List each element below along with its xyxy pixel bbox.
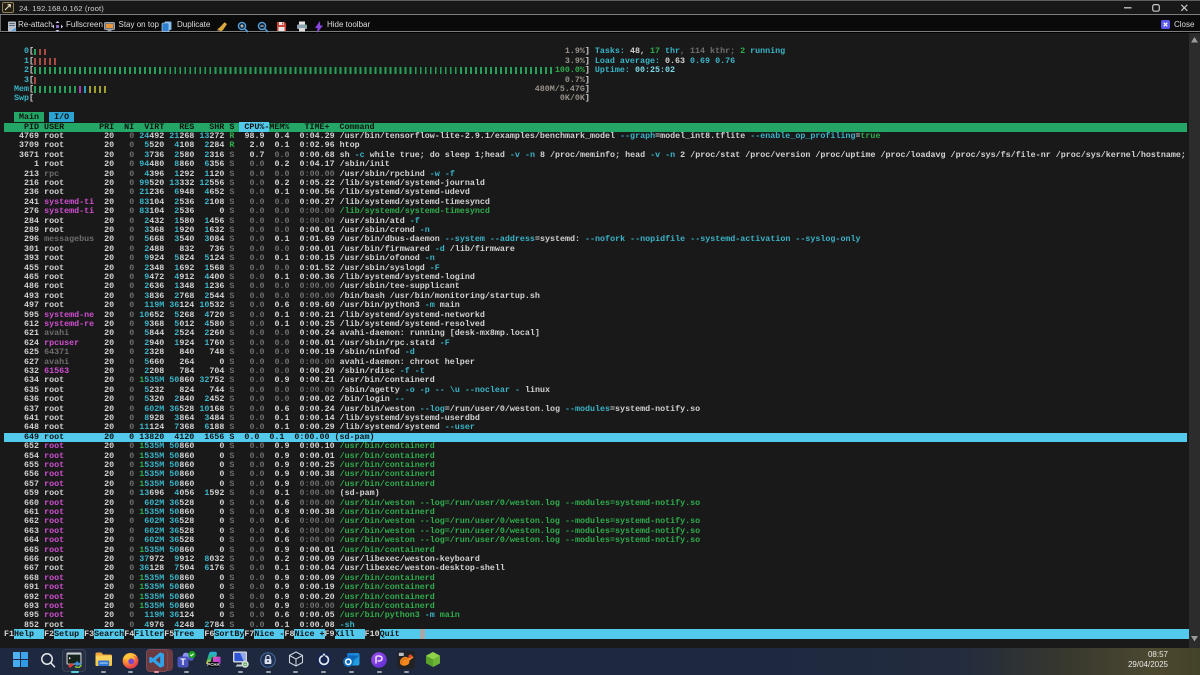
svg-text:PCHA: PCHA [207,662,220,667]
svg-text:T: T [180,657,186,667]
